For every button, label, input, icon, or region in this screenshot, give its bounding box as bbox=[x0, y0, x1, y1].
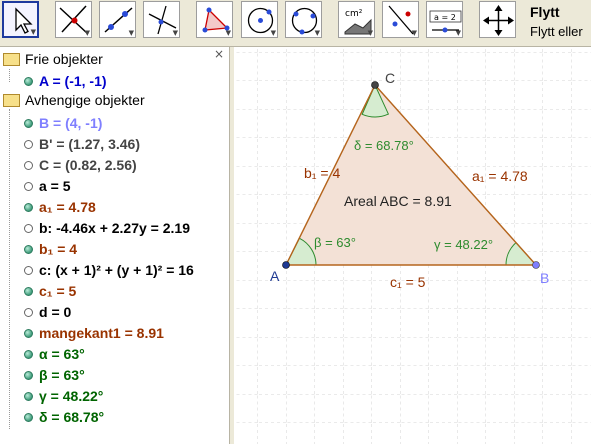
perpendicular-tool-button[interactable]: ▼ bbox=[143, 1, 180, 38]
algebra-item-text: δ = 68.78° bbox=[39, 409, 105, 425]
toolbar: ▼ ▼ ▼ ▼ ▼ ▼ ▼ cm² ▼ ▼ a = 2 ▼ Flytt Flyt… bbox=[0, 0, 591, 47]
algebra-item-text: mangekant1 = 8.91 bbox=[39, 325, 164, 341]
visibility-toggle[interactable] bbox=[24, 76, 33, 86]
point-c-label: C bbox=[385, 70, 395, 86]
slider-tool-button[interactable]: a = 2 ▼ bbox=[426, 1, 463, 38]
algebra-item[interactable]: A = (-1, -1) bbox=[24, 71, 107, 91]
mode-help-text: Flytt eller bbox=[530, 24, 583, 39]
move-tool-button[interactable]: ▼ bbox=[2, 1, 39, 38]
move-graphics-view-icon bbox=[483, 5, 514, 36]
algebra-item[interactable]: γ = 48.22° bbox=[24, 386, 103, 406]
angle-gamma-label: γ = 48.22° bbox=[434, 237, 493, 252]
algebra-item-text: b₁ = 4 bbox=[39, 241, 78, 257]
reflect-tool-button[interactable]: ▼ bbox=[382, 1, 419, 38]
algebra-item-text: a = 5 bbox=[39, 178, 71, 194]
angle-delta-label: δ = 68.78° bbox=[354, 138, 414, 153]
visibility-toggle[interactable] bbox=[24, 223, 33, 233]
folder-dependent-objects-label: Avhengige objekter bbox=[25, 92, 145, 108]
segment-b1-label: b₁ = 4 bbox=[304, 165, 340, 181]
point-a[interactable] bbox=[282, 261, 290, 269]
graphics-canvas[interactable]: A B C b₁ = 4 a₁ = 4.78 c₁ = 5 Areal ABC … bbox=[234, 47, 591, 444]
polygon-tool-button[interactable]: ▼ bbox=[196, 1, 233, 38]
folder-icon bbox=[3, 93, 20, 107]
line-tool-button[interactable]: ▼ bbox=[99, 1, 136, 38]
algebra-item[interactable]: B' = (1.27, 3.46) bbox=[24, 134, 140, 154]
point-b[interactable] bbox=[532, 261, 540, 269]
visibility-toggle[interactable] bbox=[24, 202, 33, 212]
move-view-tool-button[interactable] bbox=[479, 1, 516, 38]
algebra-item-text: c: (x + 1)² + (y + 1)² = 16 bbox=[39, 262, 194, 278]
algebra-item[interactable]: b₁ = 4 bbox=[24, 239, 77, 259]
algebra-item-text: B = (4, -1) bbox=[39, 115, 103, 131]
algebra-view: × Frie objekter A = (-1, -1) Avhengige o… bbox=[0, 47, 230, 444]
algebra-item-text: a₁ = 4.78 bbox=[39, 199, 96, 215]
area-tool-button[interactable]: cm² ▼ bbox=[338, 1, 375, 38]
segment-a1-label: a₁ = 4.78 bbox=[472, 168, 528, 184]
folder-free-objects[interactable]: Frie objekter bbox=[3, 51, 103, 71]
folder-free-objects-label: Frie objekter bbox=[25, 51, 103, 67]
visibility-toggle[interactable] bbox=[24, 244, 33, 254]
algebra-item-text: d = 0 bbox=[39, 304, 72, 320]
algebra-item[interactable]: b: -4.46x + 2.27y = 2.19 bbox=[24, 218, 190, 238]
algebra-item-text: γ = 48.22° bbox=[39, 388, 104, 404]
algebra-item-text: β = 63° bbox=[39, 367, 85, 383]
mode-title: Flytt bbox=[530, 4, 560, 20]
algebra-item-text: B' = (1.27, 3.46) bbox=[39, 136, 140, 152]
visibility-toggle[interactable] bbox=[24, 118, 33, 128]
algebra-item-text: C = (0.82, 2.56) bbox=[39, 157, 137, 173]
algebra-item[interactable]: c: (x + 1)² + (y + 1)² = 16 bbox=[24, 260, 194, 280]
visibility-toggle[interactable] bbox=[24, 370, 33, 380]
visibility-toggle[interactable] bbox=[24, 328, 33, 338]
algebra-item-text: A = (-1, -1) bbox=[39, 73, 107, 89]
visibility-toggle[interactable] bbox=[24, 139, 33, 149]
visibility-toggle[interactable] bbox=[24, 160, 33, 170]
visibility-toggle[interactable] bbox=[24, 349, 33, 359]
close-icon[interactable]: × bbox=[214, 47, 224, 61]
algebra-item-text: b: -4.46x + 2.27y = 2.19 bbox=[39, 220, 190, 236]
point-tool-button[interactable]: ▼ bbox=[55, 1, 92, 38]
segment-c1-label: c₁ = 5 bbox=[390, 274, 426, 290]
circle-three-points-tool-button[interactable]: ▼ bbox=[285, 1, 322, 38]
algebra-item[interactable]: C = (0.82, 2.56) bbox=[24, 155, 137, 175]
area-tool-label: cm² bbox=[345, 9, 363, 19]
algebra-item[interactable]: a = 5 bbox=[24, 176, 71, 196]
point-b-label: B bbox=[540, 270, 549, 286]
algebra-item[interactable]: δ = 68.78° bbox=[24, 407, 104, 427]
folder-icon bbox=[3, 52, 20, 66]
angle-beta-label: β = 63° bbox=[314, 235, 356, 250]
point-a-label: A bbox=[270, 268, 280, 284]
algebra-item-text: α = 63° bbox=[39, 346, 85, 362]
tree-connector bbox=[9, 109, 10, 429]
algebra-item[interactable]: d = 0 bbox=[24, 302, 71, 322]
algebra-item[interactable]: a₁ = 4.78 bbox=[24, 197, 96, 217]
algebra-item-text: c₁ = 5 bbox=[39, 283, 77, 299]
algebra-item[interactable]: α = 63° bbox=[24, 344, 85, 364]
visibility-toggle[interactable] bbox=[24, 391, 33, 401]
folder-dependent-objects[interactable]: Avhengige objekter bbox=[3, 92, 145, 112]
visibility-toggle[interactable] bbox=[24, 265, 33, 275]
algebra-item[interactable]: β = 63° bbox=[24, 365, 85, 385]
algebra-item[interactable]: c₁ = 5 bbox=[24, 281, 76, 301]
visibility-toggle[interactable] bbox=[24, 181, 33, 191]
algebra-item[interactable]: B = (4, -1) bbox=[24, 113, 102, 133]
slider-tool-label: a = 2 bbox=[434, 13, 456, 22]
visibility-toggle[interactable] bbox=[24, 286, 33, 296]
visibility-toggle[interactable] bbox=[24, 307, 33, 317]
algebra-item[interactable]: mangekant1 = 8.91 bbox=[24, 323, 164, 343]
point-c[interactable] bbox=[371, 81, 379, 89]
graphics-view[interactable]: A B C b₁ = 4 a₁ = 4.78 c₁ = 5 Areal ABC … bbox=[234, 47, 591, 444]
circle-tool-button[interactable]: ▼ bbox=[241, 1, 278, 38]
visibility-toggle[interactable] bbox=[24, 412, 33, 422]
area-label: Areal ABC = 8.91 bbox=[344, 193, 452, 209]
